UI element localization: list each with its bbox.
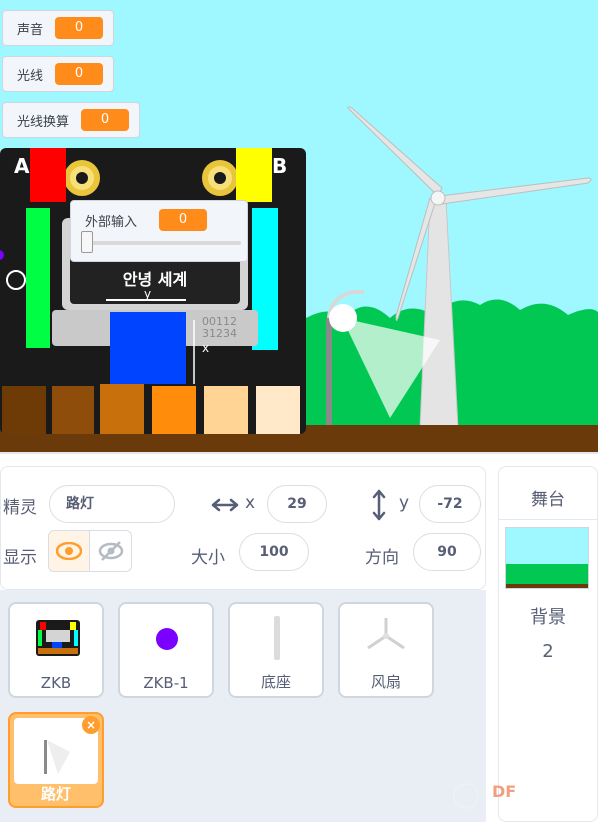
monitor-label: 光线换算: [17, 114, 70, 130]
windmill-blade-1: [347, 106, 443, 197]
eye-slash-icon: [98, 541, 123, 561]
color-block-1: [2, 386, 46, 434]
monitor-value: 0: [81, 109, 130, 131]
y-label: y: [399, 493, 410, 513]
sprite-name-input[interactable]: 路灯: [49, 485, 175, 523]
hide-sprite-button[interactable]: [90, 530, 132, 572]
eye-icon: [56, 542, 82, 560]
robot-logo-icon: [453, 783, 479, 809]
stage-selector-title: 舞台: [531, 490, 565, 510]
base-thumbnail: [274, 616, 280, 660]
lamp-bulb: [329, 304, 357, 332]
slider-value: 0: [159, 209, 207, 231]
sprite-list: ZKB ZKB-1 底座 风扇 路灯 ×: [0, 590, 486, 822]
slider-label: 外部输入: [85, 215, 138, 230]
stage-canvas[interactable]: 声音 0 光线 0 光线换算 0 A B 안녕 세계 00112 31234 y…: [0, 0, 598, 454]
slider-thumb[interactable]: [81, 231, 93, 253]
slider-monitor-external-input[interactable]: 外部输入 0: [70, 200, 248, 262]
monitor-sound[interactable]: 声音 0: [2, 10, 115, 46]
color-block-4: [152, 386, 196, 434]
show-visible-button[interactable]: [48, 530, 90, 572]
sprite-tile-base[interactable]: 底座: [228, 602, 324, 698]
monitor-label: 声音: [17, 22, 44, 38]
stage-selector[interactable]: 舞台 背景 2: [498, 466, 598, 822]
monitor-light-convert[interactable]: 光线换算 0: [2, 102, 141, 138]
monitor-value: 0: [55, 63, 104, 85]
sprite-name: ZKB-1: [143, 674, 189, 692]
df-watermark: DF: [448, 776, 528, 816]
monitor-value: 0: [55, 17, 104, 39]
board-thumbnail: [36, 620, 80, 656]
fan-thumbnail: [367, 618, 405, 650]
x-label: x: [245, 493, 256, 513]
sprite-name: 底座: [260, 673, 291, 691]
lamp-pole: [326, 318, 332, 428]
horizontal-arrows-icon: [211, 498, 239, 512]
x-input[interactable]: 29: [267, 485, 327, 523]
delete-sprite-button[interactable]: ×: [82, 716, 100, 734]
windmill-hub: [430, 190, 446, 206]
color-block-5: [204, 386, 248, 434]
color-block-2: [52, 386, 94, 434]
axis-y-label: y: [144, 287, 151, 301]
purple-dot-thumbnail: [156, 628, 178, 650]
backdrop-count: 2: [542, 641, 554, 662]
sprite-tile-fan[interactable]: 风扇: [338, 602, 434, 698]
size-label: 大小: [191, 548, 225, 568]
slider-track[interactable]: [81, 241, 241, 245]
show-label: 显示: [3, 548, 37, 568]
backdrop-label: 背景: [530, 607, 566, 628]
board-side-circle: [6, 270, 26, 290]
direction-label: 方向: [365, 548, 399, 568]
color-block-3: [100, 384, 144, 434]
color-block-6: [256, 386, 300, 434]
close-icon: ×: [85, 718, 97, 732]
sprite-tile-zkb[interactable]: ZKB: [8, 602, 104, 698]
board-sprite[interactable]: A B 안녕 세계 00112 31234 y x: [0, 148, 306, 434]
watermark-text: DF: [492, 782, 517, 801]
vertical-arrows-icon: [372, 489, 386, 521]
sprite-label: 精灵: [3, 498, 37, 518]
backdrop-thumbnail: [505, 527, 589, 589]
size-input[interactable]: 100: [239, 533, 309, 571]
sprite-tile-streetlight[interactable]: 路灯 ×: [8, 712, 104, 808]
y-input[interactable]: -72: [419, 485, 481, 523]
divider: [499, 519, 597, 520]
direction-input[interactable]: 90: [413, 533, 481, 571]
axis-x-label: x: [202, 341, 209, 355]
sprite-name: ZKB: [40, 674, 72, 692]
monitor-light[interactable]: 光线 0: [2, 56, 115, 92]
sprite-name: 风扇: [370, 673, 401, 691]
sprite-name: 路灯: [40, 785, 71, 803]
sprite-tile-zkb-1[interactable]: ZKB-1: [118, 602, 214, 698]
windmill-tower: [419, 199, 459, 429]
windmill-blade-2: [439, 177, 592, 205]
monitor-label: 光线: [17, 68, 44, 84]
